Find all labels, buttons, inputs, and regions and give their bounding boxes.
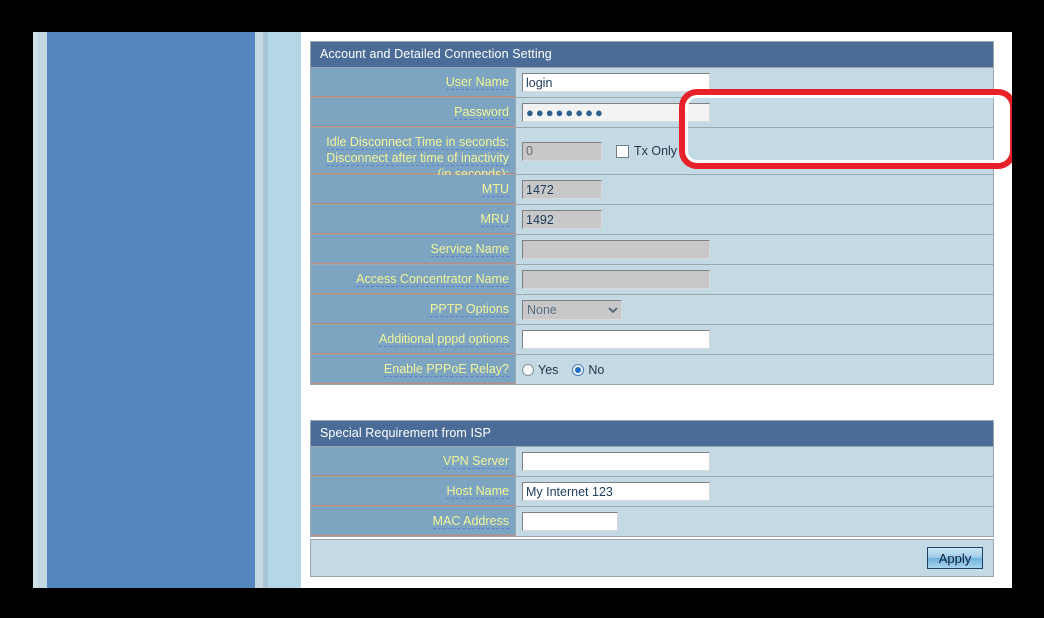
- pptp-options-label: PPTP Options: [430, 302, 509, 317]
- row-idle-disconnect: Idle Disconnect Time in seconds: Disconn…: [311, 127, 993, 174]
- mtu-value-cell: [516, 175, 993, 204]
- apply-button[interactable]: Apply: [927, 547, 983, 569]
- mru-input[interactable]: [522, 210, 602, 229]
- service-name-label: Service Name: [431, 242, 510, 257]
- mac-address-value-cell: [516, 507, 993, 536]
- account-settings-panel: Account and Detailed Connection Setting …: [310, 41, 994, 385]
- isp-requirements-panel: Special Requirement from ISP VPN Server …: [310, 420, 994, 537]
- password-label-cell: Password: [311, 98, 516, 127]
- pppoe-relay-no-radio[interactable]: [572, 364, 584, 376]
- service-name-input[interactable]: [522, 240, 710, 259]
- isp-panel-title: Special Requirement from ISP: [311, 421, 993, 446]
- mru-label-cell: MRU: [311, 205, 516, 234]
- tx-only-label: Tx Only: [634, 144, 677, 158]
- additional-pppd-label: Additional pppd options: [379, 332, 509, 347]
- mru-value-cell: [516, 205, 993, 234]
- row-user-name: User Name: [311, 67, 993, 97]
- row-service-name: Service Name: [311, 234, 993, 264]
- user-name-value-cell: [516, 68, 993, 97]
- user-name-label-cell: User Name: [311, 68, 516, 97]
- row-additional-pppd: Additional pppd options: [311, 324, 993, 354]
- host-name-value-cell: [516, 477, 993, 506]
- pppoe-relay-yes-label: Yes: [538, 363, 558, 377]
- row-mtu: MTU: [311, 174, 993, 204]
- additional-pppd-input[interactable]: [522, 330, 710, 349]
- user-name-label: User Name: [446, 75, 509, 90]
- host-name-input[interactable]: [522, 482, 710, 501]
- access-concentrator-input[interactable]: [522, 270, 710, 289]
- vpn-server-label-cell: VPN Server: [311, 447, 516, 476]
- tx-only-checkbox-group[interactable]: Tx Only: [616, 144, 677, 158]
- row-mru: MRU: [311, 204, 993, 234]
- pppoe-relay-value-cell: Yes No: [516, 355, 993, 384]
- additional-pppd-value-cell: [516, 325, 993, 354]
- additional-pppd-label-cell: Additional pppd options: [311, 325, 516, 354]
- host-name-label: Host Name: [446, 484, 509, 499]
- row-mac-address: MAC Address: [311, 506, 993, 536]
- mtu-input[interactable]: [522, 180, 602, 199]
- mtu-label-cell: MTU: [311, 175, 516, 204]
- service-name-label-cell: Service Name: [311, 235, 516, 264]
- idle-disconnect-value-cell: Tx Only: [516, 128, 993, 174]
- vpn-server-input[interactable]: [522, 452, 710, 471]
- account-panel-title: Account and Detailed Connection Setting: [311, 42, 993, 67]
- row-pptp-options: PPTP Options None: [311, 294, 993, 324]
- access-concentrator-label-cell: Access Concentrator Name: [311, 265, 516, 294]
- password-value-cell: [516, 98, 993, 127]
- pptp-options-select[interactable]: None: [522, 300, 622, 320]
- row-host-name: Host Name: [311, 476, 993, 506]
- host-name-label-cell: Host Name: [311, 477, 516, 506]
- pppoe-relay-no-option[interactable]: No: [572, 363, 604, 377]
- pptp-options-value-cell: None: [516, 295, 993, 324]
- content-frame: Account and Detailed Connection Setting …: [301, 32, 1012, 588]
- pptp-options-label-cell: PPTP Options: [311, 295, 516, 324]
- pppoe-relay-label-cell: Enable PPPoE Relay?: [311, 355, 516, 384]
- user-name-input[interactable]: [522, 73, 710, 92]
- row-access-concentrator: Access Concentrator Name: [311, 264, 993, 294]
- mac-address-input[interactable]: [522, 512, 618, 531]
- row-password: Password: [311, 97, 993, 127]
- pppoe-relay-no-label: No: [588, 363, 604, 377]
- vpn-server-value-cell: [516, 447, 993, 476]
- service-name-value-cell: [516, 235, 993, 264]
- row-pppoe-relay: Enable PPPoE Relay? Yes No: [311, 354, 993, 384]
- idle-disconnect-input[interactable]: [522, 142, 602, 161]
- idle-disconnect-label-line1: Idle Disconnect Time in seconds:: [326, 135, 509, 150]
- vpn-server-label: VPN Server: [443, 454, 509, 469]
- access-concentrator-label: Access Concentrator Name: [356, 272, 509, 287]
- mtu-label: MTU: [482, 182, 509, 197]
- mru-label: MRU: [481, 212, 509, 227]
- mac-address-label: MAC Address: [433, 514, 509, 529]
- screenshot-root: Account and Detailed Connection Setting …: [0, 0, 1044, 618]
- tx-only-checkbox[interactable]: [616, 145, 629, 158]
- sidebar-divider-outer: [255, 32, 263, 588]
- sidebar-panel: [47, 32, 255, 588]
- pppoe-relay-label: Enable PPPoE Relay?: [384, 362, 509, 377]
- pppoe-relay-yes-radio[interactable]: [522, 364, 534, 376]
- access-concentrator-value-cell: [516, 265, 993, 294]
- mac-address-label-cell: MAC Address: [311, 507, 516, 536]
- left-rail-inner: [38, 32, 47, 588]
- idle-disconnect-label-cell: Idle Disconnect Time in seconds: Disconn…: [311, 128, 516, 174]
- password-input[interactable]: [522, 103, 710, 122]
- row-vpn-server: VPN Server: [311, 446, 993, 476]
- apply-bar: Apply: [310, 539, 994, 577]
- password-label: Password: [454, 105, 509, 120]
- pppoe-relay-yes-option[interactable]: Yes: [522, 363, 558, 377]
- browser-viewport: Account and Detailed Connection Setting …: [33, 32, 1012, 588]
